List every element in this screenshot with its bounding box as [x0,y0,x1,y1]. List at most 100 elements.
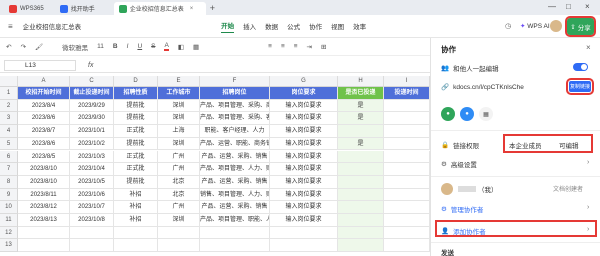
name-box[interactable]: L13 [4,59,76,71]
table-cell[interactable]: 2023/8/4 [18,99,70,113]
table-header-cell[interactable]: 投递时间 [384,87,430,100]
table-cell[interactable] [18,239,70,253]
chevron-right-icon[interactable]: › [587,204,589,211]
table-cell[interactable] [114,239,158,253]
table-cell[interactable]: 输入岗位要求 [270,188,338,202]
align-left-icon[interactable]: ≡ [268,43,272,50]
table-cell[interactable]: 产品、项目管理、人力、财务 [200,163,270,176]
hamburger-menu-icon[interactable]: ≡ [8,22,13,31]
row-header[interactable]: 4 [0,125,18,138]
table-cell[interactable]: 2023/10/8 [70,214,114,227]
table-cell[interactable]: 深圳 [158,137,200,151]
row-header[interactable]: 2 [0,99,18,113]
table-cell[interactable] [338,125,384,138]
file-title[interactable]: 企业校招信息汇总表 [23,21,82,31]
table-cell[interactable] [384,137,430,151]
table-cell[interactable]: 输入岗位要求 [270,137,338,151]
table-cell[interactable]: 是 [338,112,384,126]
table-cell[interactable]: 2023/10/4 [70,163,114,176]
table-cell[interactable]: 提前批 [114,99,158,113]
table-cell[interactable]: 产品、运营、采购、销售 [200,201,270,214]
menu-home[interactable]: 开始 [221,20,235,33]
copy-link-button[interactable]: 复制链接 [566,78,594,95]
row-header[interactable]: 1 [0,87,18,100]
close-panel-icon[interactable]: × [586,43,591,52]
table-cell[interactable]: 深圳 [158,214,200,227]
table-cell[interactable]: 产品、项目管理、采购、客户经理 [200,112,270,126]
table-cell[interactable] [384,163,430,176]
table-cell[interactable] [200,239,270,253]
wrap-text-icon[interactable]: ⇥ [307,43,312,51]
menu-data[interactable]: 数据 [265,21,278,31]
qq-icon[interactable]: ● [460,107,474,121]
menu-efficiency[interactable]: 效率 [353,21,366,31]
table-cell[interactable] [384,239,430,253]
table-cell[interactable] [18,226,70,240]
table-cell[interactable]: 是 [338,137,384,151]
row-header[interactable]: 13 [0,239,18,253]
row-header[interactable]: 3 [0,112,18,126]
table-cell[interactable]: 是 [338,99,384,113]
table-cell[interactable] [384,201,430,214]
table-header-cell[interactable]: 截止投递时间 [70,87,114,100]
table-cell[interactable] [338,239,384,253]
table-cell[interactable] [338,188,384,202]
table-cell[interactable]: 补招 [114,214,158,227]
table-cell[interactable]: 2023/10/5 [70,175,114,189]
table-cell[interactable]: 2023/8/7 [18,125,70,138]
undo-icon[interactable]: ↶ [6,43,11,51]
table-cell[interactable] [384,226,430,240]
table-cell[interactable]: 深圳 [158,112,200,126]
table-cell[interactable]: 上海 [158,125,200,138]
co-edit-toggle[interactable] [573,63,588,71]
window-close-button[interactable]: × [585,2,590,11]
share-button[interactable]: ⇪ 分享 [565,16,596,37]
table-cell[interactable] [384,150,430,164]
table-cell[interactable] [270,239,338,253]
share-link-text[interactable]: kdocs.cn/l/cpCTKnlsChe [453,84,524,91]
table-cell[interactable]: 2023/8/6 [18,137,70,151]
chevron-right-icon[interactable]: › [587,159,589,166]
manage-row[interactable]: ⚙ 管理协作者 [441,204,483,214]
menu-view[interactable]: 视图 [331,21,344,31]
font-size-select[interactable]: 11 [97,43,104,50]
bold-button[interactable]: B [113,43,118,50]
table-cell[interactable] [384,99,430,113]
table-cell[interactable]: 2023/8/10 [18,175,70,189]
table-cell[interactable]: 职能、客户经理、人力 [200,125,270,138]
table-cell[interactable]: 正式批 [114,125,158,138]
table-cell[interactable] [384,214,430,227]
column-header-i[interactable]: I [384,76,430,87]
table-cell[interactable] [384,175,430,189]
tab-wps365[interactable]: WPS365 [4,2,49,15]
table-cell[interactable] [384,125,430,138]
table-cell[interactable]: 2023/10/3 [70,150,114,164]
table-cell[interactable]: 2023/10/2 [70,137,114,151]
tab-assistant[interactable]: 找开助手 [55,2,100,15]
row-header[interactable]: 10 [0,201,18,214]
table-cell[interactable] [384,188,430,202]
row-header[interactable]: 5 [0,137,18,151]
table-cell[interactable] [384,112,430,126]
table-cell[interactable]: 2023/10/7 [70,201,114,214]
format-painter-icon[interactable]: 🖌 [35,43,43,51]
row-header[interactable]: 6 [0,150,18,164]
table-cell[interactable]: 2023/10/6 [70,188,114,202]
table-cell[interactable]: 补招 [114,188,158,202]
align-right-icon[interactable]: ≡ [294,43,298,50]
menu-collab[interactable]: 协作 [309,21,322,31]
table-cell[interactable]: 输入岗位要求 [270,112,338,126]
table-cell[interactable]: 广州 [158,163,200,176]
table-header-cell[interactable]: 岗位要求 [270,87,338,100]
fx-icon[interactable]: fx [88,62,93,69]
table-cell[interactable] [70,239,114,253]
new-tab-button[interactable]: + [210,3,215,13]
merge-cells-icon[interactable]: ⊞ [321,43,326,51]
table-cell[interactable]: 2023/8/10 [18,163,70,176]
table-cell[interactable] [270,226,338,240]
row-header[interactable]: 12 [0,226,18,240]
qrcode-icon[interactable]: ▦ [479,107,493,121]
border-icon[interactable]: ▦ [193,43,199,51]
table-cell[interactable]: 2023/10/1 [70,125,114,138]
table-header-cell[interactable]: 是否已投递 [338,87,384,100]
